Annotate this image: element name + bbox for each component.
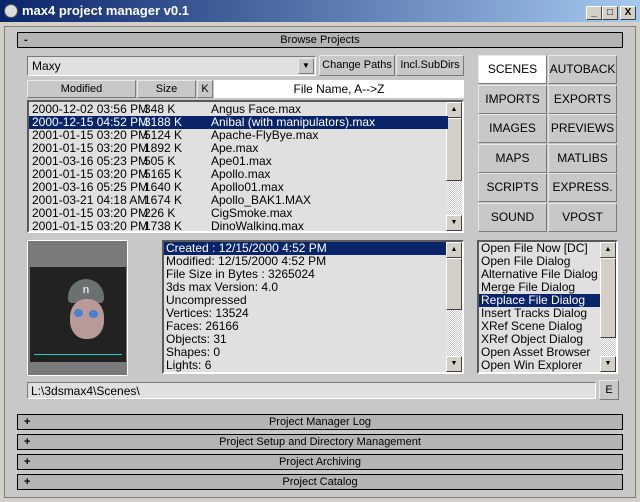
info-line[interactable]: Lights: 6 (164, 359, 446, 372)
expand-icon: + (24, 436, 31, 448)
path-field[interactable]: L:\3dsmax4\Scenes\ (27, 382, 596, 399)
action-item[interactable]: Open Win Explorer (479, 359, 600, 372)
eye-left (74, 309, 83, 317)
scroll-down-icon[interactable]: ▼ (600, 356, 616, 372)
expand-icon: + (24, 416, 31, 428)
rollout-project-manager-log[interactable]: + Project Manager Log (17, 414, 623, 430)
rollout-project-catalog[interactable]: + Project Catalog (17, 474, 623, 490)
scroll-down-icon[interactable]: ▼ (446, 215, 462, 231)
project-value: Maxy (32, 59, 61, 73)
file-modified: 2001-01-15 03:20 PM (32, 219, 149, 233)
file-info-list[interactable]: ▲ ▼ Created : 12/15/2000 4:52 PM Modified:… (162, 240, 464, 374)
scroll-up-icon[interactable]: ▲ (446, 102, 462, 118)
face (70, 299, 104, 339)
sort-modified-header[interactable]: Modified (27, 80, 136, 98)
rollout-project-setup-and-directory-management[interactable]: + Project Setup and Directory Management (17, 434, 623, 450)
title-bar: max4 project manager v0.1 (0, 0, 640, 22)
file-list-scrollbar[interactable]: ▲ ▼ (446, 102, 462, 231)
sort-size-header[interactable]: Size (137, 80, 196, 98)
info-scrollbar[interactable]: ▲ ▼ (446, 242, 462, 372)
eye-right (89, 310, 98, 318)
expand-icon: + (24, 456, 31, 468)
scroll-down-icon[interactable]: ▼ (446, 356, 462, 372)
rollout-title: Browse Projects (280, 34, 360, 46)
file-name: DinoWalking.max (211, 219, 304, 233)
scroll-thumb[interactable] (600, 258, 616, 338)
minimize-button[interactable]: _ (586, 6, 602, 20)
category-matlibs-button[interactable]: MATLIBS (548, 143, 617, 173)
sort-name-header[interactable]: File Name, A-->Z (214, 80, 464, 98)
category-express-button[interactable]: EXPRESS. (548, 173, 617, 203)
project-dropdown[interactable]: Maxy ▼ (27, 56, 316, 76)
category-vpost-button[interactable]: VPOST (548, 203, 617, 232)
category-autoback-button[interactable]: AUTOBACK (548, 55, 617, 84)
viewport: n (30, 267, 126, 362)
incl-subdirs-button[interactable]: Incl.SubDirs (396, 55, 464, 76)
preview-thumbnail: n (27, 240, 128, 376)
scroll-up-icon[interactable]: ▲ (600, 242, 616, 258)
sort-k-header[interactable]: K (197, 80, 213, 98)
collapse-icon: - (24, 34, 28, 46)
grid-line (34, 354, 122, 355)
category-scenes-button[interactable]: SCENES (478, 55, 547, 84)
file-row[interactable]: 2001-01-15 03:20 PM 1738 K DinoWalking.max (29, 219, 448, 233)
rollout-title: Project Manager Log (268, 416, 372, 428)
action-scrollbar[interactable]: ▲ ▼ (600, 242, 616, 372)
window-title: max4 project manager v0.1 (22, 3, 189, 18)
scroll-thumb[interactable] (446, 118, 462, 181)
app-icon (4, 4, 18, 18)
scroll-thumb[interactable] (446, 258, 462, 310)
rollout-browse-projects[interactable]: - Browse Projects (17, 32, 623, 48)
category-sound-button[interactable]: SOUND (478, 203, 547, 232)
helmet-logo: n (82, 284, 90, 296)
category-exports-button[interactable]: EXPORTS (548, 84, 617, 114)
category-maps-button[interactable]: MAPS (478, 143, 547, 173)
rollout-title: Project Catalog (282, 476, 358, 488)
open-action-list[interactable]: ▲ ▼ Open File Now [DC] Open File Dialog Alt… (477, 240, 618, 374)
category-scripts-button[interactable]: SCRIPTS (478, 173, 547, 203)
category-images-button[interactable]: IMAGES (478, 114, 547, 144)
close-button[interactable]: X (620, 6, 636, 20)
change-paths-button[interactable]: Change Paths (319, 55, 395, 76)
maximize-button[interactable]: □ (602, 6, 618, 20)
rollout-title: Project Setup and Directory Management (219, 436, 421, 448)
explore-button[interactable]: E (599, 380, 619, 400)
category-previews-button[interactable]: PREVIEWS (548, 114, 617, 144)
file-size: 1738 K (144, 219, 183, 233)
expand-icon: + (24, 476, 31, 488)
rollout-project-archiving[interactable]: + Project Archiving (17, 454, 623, 470)
file-list[interactable]: ▲ ▼ 2000-12-02 03:56 PM 348 K Angus Face.ma… (27, 100, 464, 233)
chevron-down-icon[interactable]: ▼ (298, 58, 314, 74)
category-imports-button[interactable]: IMPORTS (478, 84, 547, 114)
rollout-title: Project Archiving (279, 456, 361, 468)
scroll-up-icon[interactable]: ▲ (446, 242, 462, 258)
